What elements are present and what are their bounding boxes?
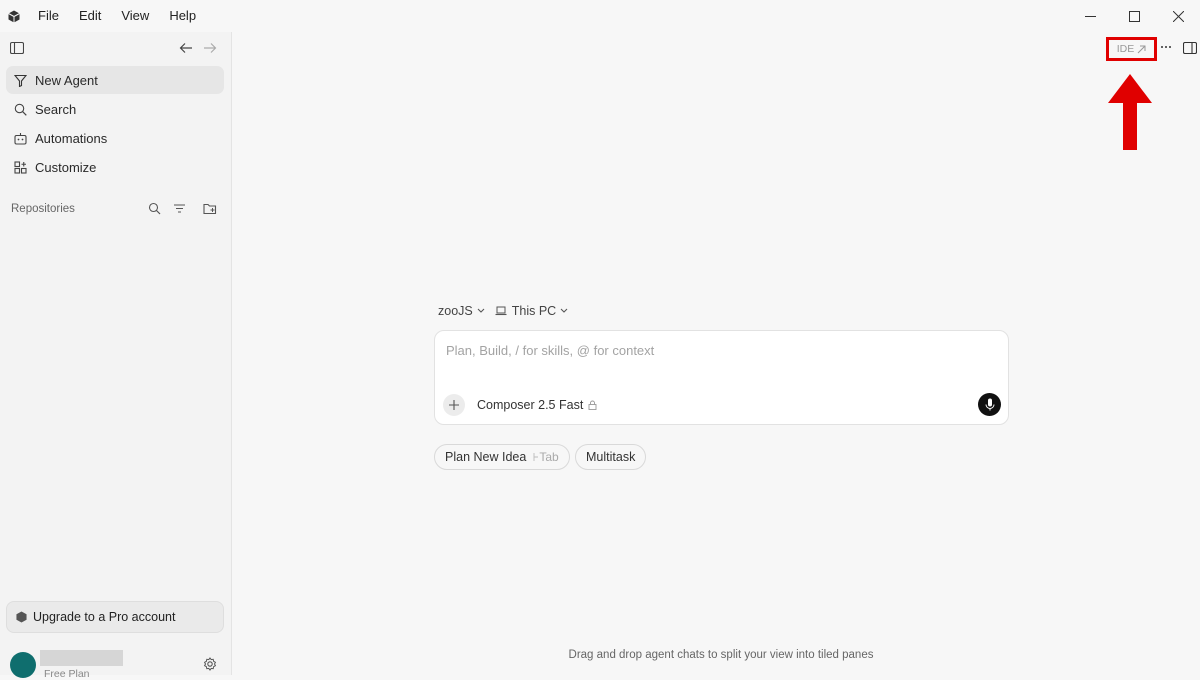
multitask-button[interactable]: Multitask xyxy=(575,444,647,470)
shortcut-label: Tab xyxy=(539,450,559,464)
chip-label: Plan New Idea xyxy=(445,450,527,464)
plan-label: Free Plan xyxy=(44,668,90,680)
add-attachment-button[interactable] xyxy=(443,394,465,416)
menu-bar: File Edit View Help xyxy=(28,0,206,32)
menu-view[interactable]: View xyxy=(111,0,159,32)
menu-file[interactable]: File xyxy=(28,0,69,32)
filter-icon[interactable] xyxy=(173,202,186,215)
sidebar-toggle-icon[interactable] xyxy=(10,41,24,55)
right-panel-toggle-icon[interactable] xyxy=(1183,42,1197,54)
ide-button[interactable]: IDE xyxy=(1106,37,1157,61)
external-arrow-icon xyxy=(1137,45,1146,54)
lock-icon xyxy=(588,400,597,410)
nav-label: New Agent xyxy=(35,72,98,88)
menu-edit[interactable]: Edit xyxy=(69,0,111,32)
close-button[interactable] xyxy=(1156,0,1200,32)
app-logo-icon xyxy=(0,0,28,32)
model-selector[interactable]: Composer 2.5 Fast xyxy=(477,398,597,412)
main-area: IDE zooJS This PC Plan, Build, / for ski… xyxy=(232,32,1200,675)
close-icon xyxy=(1172,10,1184,22)
search-icon xyxy=(12,101,28,117)
chevron-down-icon xyxy=(560,308,568,314)
forward-arrow-icon[interactable] xyxy=(203,41,217,55)
title-bar: File Edit View Help xyxy=(0,0,1200,32)
project-dropdown[interactable]: zooJS xyxy=(438,304,485,318)
microphone-icon xyxy=(985,398,994,411)
nav-customize[interactable]: Customize xyxy=(6,153,224,181)
context-selector-row: zooJS This PC xyxy=(438,304,578,318)
model-label: Composer 2.5 Fast xyxy=(477,398,584,412)
nav-label: Search xyxy=(35,101,77,117)
maximize-icon xyxy=(1128,10,1140,22)
nav-label: Customize xyxy=(35,159,97,175)
plus-icon xyxy=(449,400,459,410)
grid-plus-icon xyxy=(12,159,28,175)
upgrade-logo-icon xyxy=(16,611,27,623)
upgrade-label: Upgrade to a Pro account xyxy=(33,610,176,624)
minimize-button[interactable] xyxy=(1068,0,1112,32)
chevron-down-icon xyxy=(477,308,485,314)
funnel-icon xyxy=(12,72,28,88)
more-options-icon[interactable] xyxy=(1160,41,1172,53)
repo-search-icon[interactable] xyxy=(148,202,161,215)
username-redacted xyxy=(40,650,123,666)
gear-icon[interactable] xyxy=(203,657,217,671)
upgrade-button[interactable]: Upgrade to a Pro account xyxy=(6,601,224,633)
microphone-button[interactable] xyxy=(978,393,1001,416)
tab-shortcut-hint: Tab xyxy=(533,450,559,464)
window-controls xyxy=(1068,0,1200,32)
nav-label: Automations xyxy=(35,130,108,146)
robot-icon xyxy=(12,130,28,146)
maximize-button[interactable] xyxy=(1112,0,1156,32)
chip-label: Multitask xyxy=(586,450,636,464)
repositories-label: Repositories xyxy=(11,203,75,215)
location-dropdown[interactable]: This PC xyxy=(495,304,568,318)
add-folder-icon[interactable] xyxy=(203,202,217,215)
composer-box[interactable]: Plan, Build, / for skills, @ for context… xyxy=(434,330,1009,425)
red-arrow-annotation-icon xyxy=(1108,74,1152,150)
plan-new-idea-button[interactable]: Plan New Idea Tab xyxy=(434,444,570,470)
composer-placeholder[interactable]: Plan, Build, / for skills, @ for context xyxy=(446,343,654,358)
project-label: zooJS xyxy=(438,304,473,318)
footer-hint: Drag and drop agent chats to split your … xyxy=(568,649,874,661)
sidebar-header xyxy=(0,32,231,66)
ide-label: IDE xyxy=(1116,43,1135,55)
avatar[interactable] xyxy=(10,652,36,678)
nav-search[interactable]: Search xyxy=(6,95,224,123)
sidebar: New Agent Search Automations Customize R… xyxy=(0,32,232,680)
laptop-icon xyxy=(495,306,507,316)
nav-automations[interactable]: Automations xyxy=(6,124,224,152)
location-label: This PC xyxy=(511,304,557,318)
menu-help[interactable]: Help xyxy=(159,0,206,32)
back-arrow-icon[interactable] xyxy=(179,41,193,55)
nav-new-agent[interactable]: New Agent xyxy=(6,66,224,94)
minimize-icon xyxy=(1084,15,1096,17)
